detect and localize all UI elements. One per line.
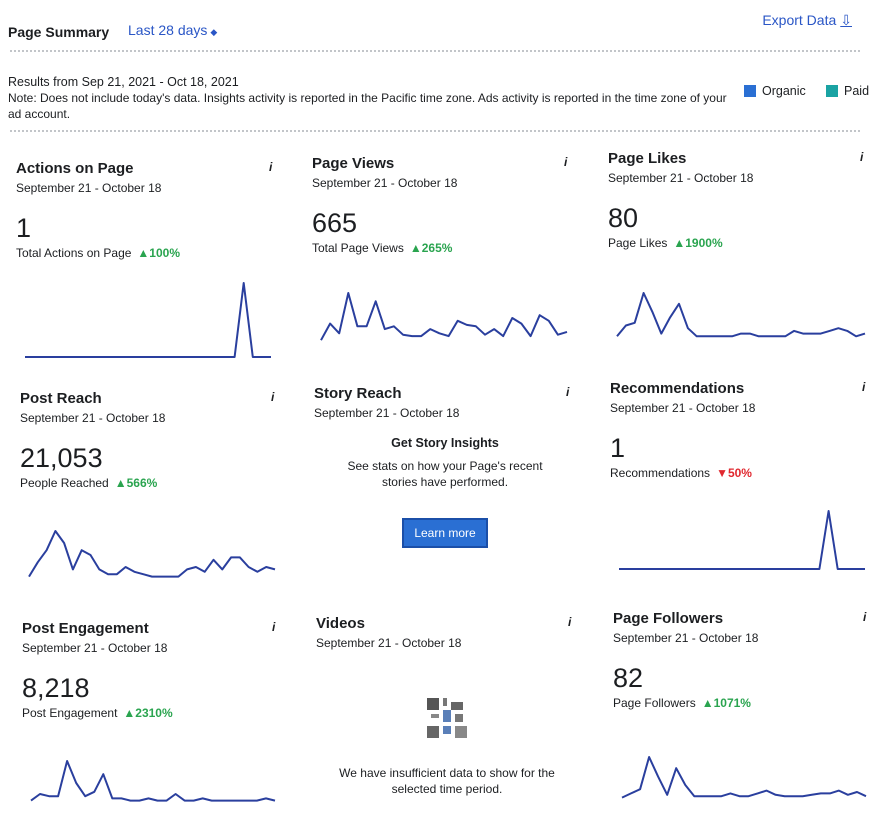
learn-more-button[interactable]: Learn more: [402, 518, 488, 548]
summary-header: Page Summary Last 28 days ◆ Export Data ⇩: [0, 0, 870, 70]
card-title: Actions on Page: [16, 160, 134, 177]
sparkline-page-likes: [616, 292, 866, 338]
sparkline-actions-on-page: [25, 282, 271, 358]
sparkline-series: [621, 756, 867, 799]
info-icon[interactable]: i: [860, 150, 863, 164]
card-metric-label: Page Followers: [613, 696, 696, 710]
card-date-range: September 21 - October 18: [613, 631, 759, 645]
paid-swatch: [826, 85, 838, 97]
card-change: ▲1900%: [673, 236, 723, 250]
card-title: Post Engagement: [22, 620, 149, 637]
sparkline-series: [28, 530, 276, 578]
divider: [10, 50, 860, 53]
organic-swatch: [744, 85, 756, 97]
card-metric: Post Engagement ▲2310%: [22, 706, 292, 720]
card-videos[interactable]: Videos September 21 - October 18 i We ha…: [316, 615, 586, 835]
card-metric: People Reached ▲566%: [20, 476, 290, 490]
card-metric: Recommendations ▼50%: [610, 466, 870, 480]
results-note: Results from Sep 21, 2021 - Oct 18, 2021…: [8, 74, 728, 122]
sparkline-page-views: [320, 292, 568, 341]
card-value: 1: [16, 213, 32, 243]
export-data-button[interactable]: Export Data ⇩: [762, 12, 852, 29]
date-range-dropdown[interactable]: Last 28 days ◆: [128, 22, 217, 38]
info-icon[interactable]: i: [272, 620, 275, 634]
sparkline-series: [30, 760, 276, 802]
info-icon[interactable]: i: [564, 155, 567, 169]
card-date-range: September 21 - October 18: [22, 641, 168, 655]
card-change: ▲1071%: [701, 696, 751, 710]
info-icon[interactable]: i: [568, 615, 571, 629]
card-metric: Page Likes ▲1900%: [608, 236, 870, 250]
sparkline-series: [616, 292, 866, 338]
card-title: Page Followers: [613, 610, 724, 627]
videos-empty-state: We have insufficient data to show for th…: [316, 650, 578, 797]
updown-arrow-icon: ◆: [210, 27, 218, 37]
divider: [10, 130, 860, 133]
story-insights-text: See stats on how your Page's recent stor…: [347, 459, 543, 489]
sparkline-recommendations: [619, 510, 865, 570]
info-icon[interactable]: i: [269, 160, 272, 174]
card-date-range: September 21 - October 18: [608, 171, 754, 185]
card-metric-label: Recommendations: [610, 466, 711, 480]
card-change: ▼50%: [716, 466, 752, 480]
card-title: Page Views: [312, 155, 395, 172]
sparkline-series: [320, 292, 568, 341]
card-metric-label: Total Actions on Page: [16, 246, 132, 260]
card-date-range: September 21 - October 18: [20, 411, 166, 425]
page-summary-title: Page Summary: [8, 24, 110, 40]
card-value: 21,053: [20, 443, 103, 473]
card-title: Page Likes: [608, 150, 687, 167]
card-metric: Page Followers ▲1071%: [613, 696, 870, 710]
sparkline-series: [619, 510, 865, 570]
card-date-range: September 21 - October 18: [610, 401, 756, 415]
card-metric: Total Page Views ▲265%: [312, 241, 582, 255]
date-range-label: Last 28 days: [128, 22, 208, 38]
story-insights-panel: Get Story Insights See stats on how your…: [314, 436, 576, 548]
card-date-range: September 21 - October 18: [16, 181, 162, 195]
videos-insufficient-text: We have insufficient data to show for th…: [339, 766, 555, 796]
card-change: ▲2310%: [123, 706, 173, 720]
results-range: Results from Sep 21, 2021 - Oct 18, 2021: [8, 75, 239, 89]
download-icon: ⇩: [840, 12, 852, 28]
card-metric-label: Total Page Views: [312, 241, 404, 255]
card-change: ▲265%: [409, 241, 453, 255]
card-value: 82: [613, 663, 644, 693]
card-change: ▲566%: [114, 476, 158, 490]
video-placeholder-icon: [427, 698, 467, 738]
card-date-range: September 21 - October 18: [314, 406, 460, 420]
card-change: ▲100%: [137, 246, 180, 260]
card-story-reach[interactable]: Story Reach September 21 - October 18 i …: [314, 385, 584, 605]
info-icon[interactable]: i: [862, 380, 865, 394]
card-date-range: September 21 - October 18: [312, 176, 458, 190]
card-metric: Total Actions on Page ▲100%: [16, 246, 286, 260]
card-value: 80: [608, 203, 639, 233]
legend-organic: Organic: [744, 84, 806, 98]
card-title: Post Reach: [20, 390, 102, 407]
card-title: Recommendations: [610, 380, 745, 397]
info-icon[interactable]: i: [863, 610, 866, 624]
sparkline-post-engagement: [30, 760, 276, 802]
card-value: 665: [312, 208, 358, 238]
card-metric-label: Page Likes: [608, 236, 668, 250]
info-icon[interactable]: i: [271, 390, 274, 404]
card-title: Story Reach: [314, 385, 402, 402]
info-icon[interactable]: i: [566, 385, 569, 399]
sparkline-post-reach: [28, 530, 276, 578]
export-data-label: Export Data: [762, 12, 837, 28]
card-title: Videos: [316, 615, 365, 632]
card-date-range: September 21 - October 18: [316, 636, 462, 650]
card-metric-label: People Reached: [20, 476, 109, 490]
legend-organic-label: Organic: [762, 84, 806, 98]
legend-paid-label: Paid: [844, 84, 870, 98]
story-insights-heading: Get Story Insights: [391, 436, 499, 450]
results-note-text: Note: Does not include today's data. Ins…: [8, 91, 727, 121]
sparkline-series: [25, 282, 271, 358]
card-value: 8,218: [22, 673, 90, 703]
legend-paid: Paid: [826, 84, 869, 98]
card-metric-label: Post Engagement: [22, 706, 118, 720]
sparkline-page-followers: [621, 756, 867, 799]
card-value: 1: [610, 433, 626, 463]
